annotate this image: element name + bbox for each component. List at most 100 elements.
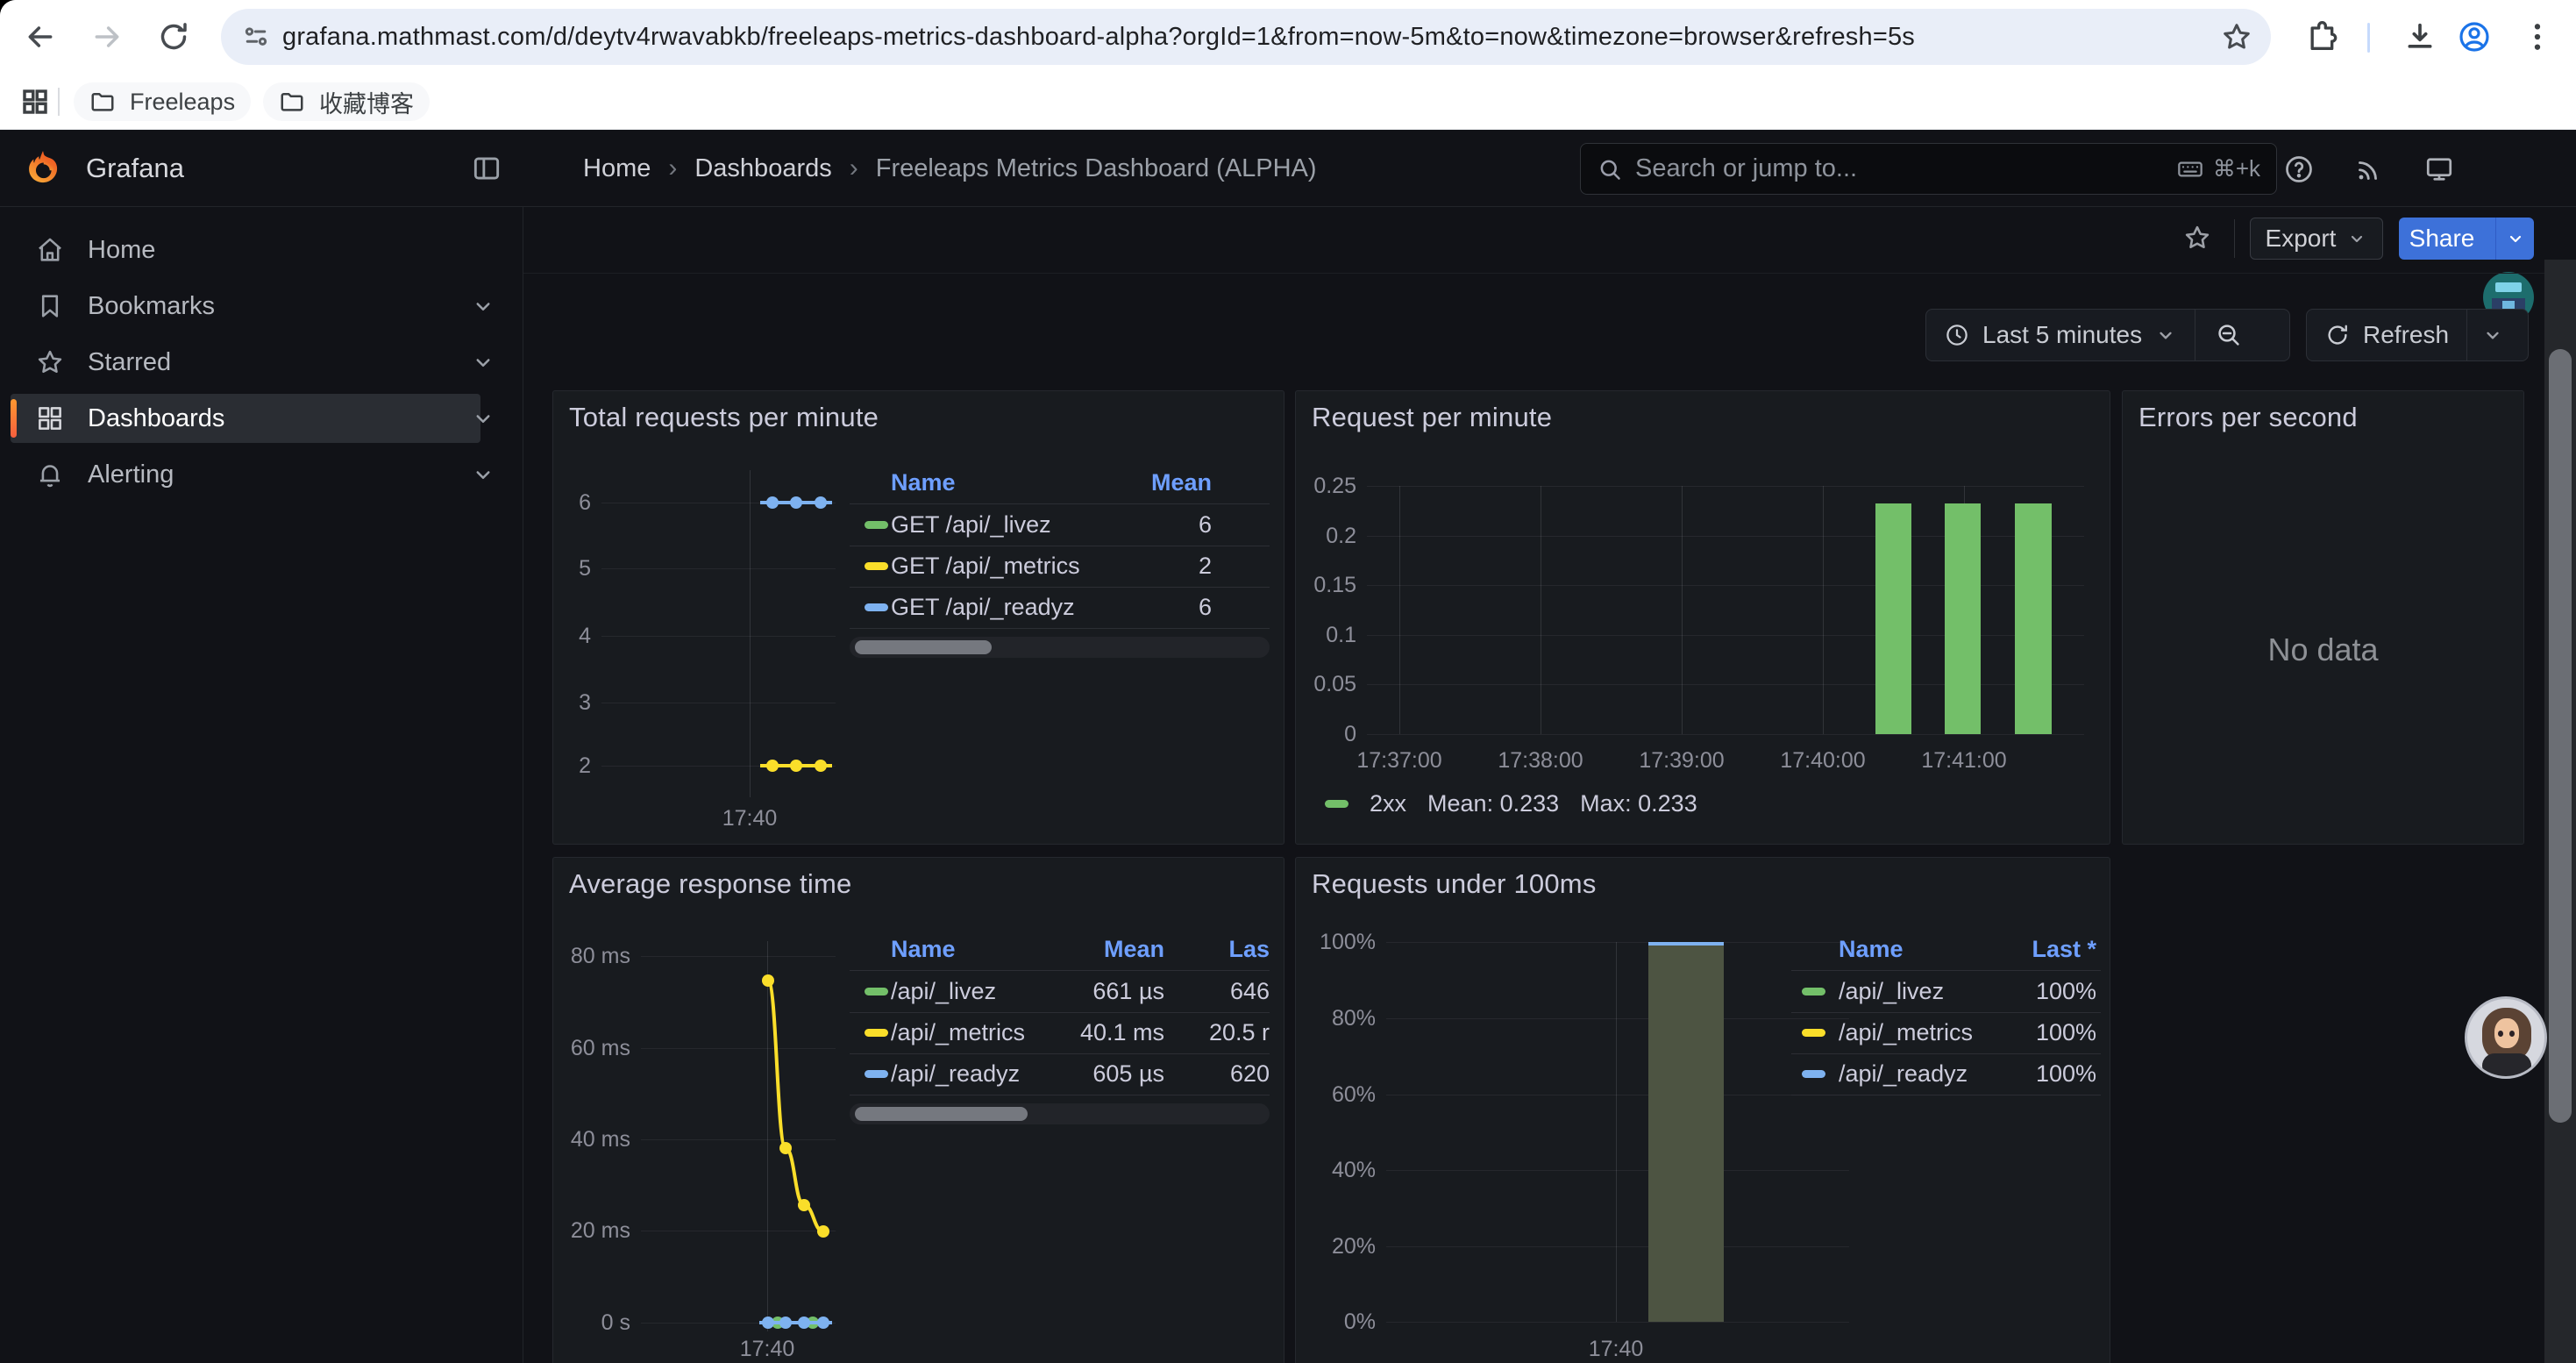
x-tick-label: 17:40 xyxy=(1519,1336,1712,1362)
search-input[interactable] xyxy=(1635,154,2176,183)
gridline-vertical xyxy=(1616,942,1617,1322)
home-icon xyxy=(35,235,65,265)
series-point xyxy=(779,1317,792,1329)
chart-bar xyxy=(2015,503,2052,734)
sidebar-item-alerting[interactable]: Alerting xyxy=(11,450,480,499)
legend-row[interactable]: /api/_readyz605 µs620 xyxy=(850,1053,1270,1095)
legend-column-header[interactable]: Last * xyxy=(1791,934,2096,964)
bookmark-item[interactable]: 收藏博客 xyxy=(263,82,430,121)
back-icon[interactable] xyxy=(23,19,58,54)
legend-cell: 20.5 r xyxy=(850,1017,1270,1047)
legend-stat: Max: 0.233 xyxy=(1580,790,1697,817)
refresh-button[interactable]: Refresh xyxy=(2307,310,2466,360)
panel-title[interactable]: Requests under 100ms xyxy=(1312,868,1597,900)
dock-sidebar-icon[interactable] xyxy=(470,152,503,185)
profile-icon[interactable] xyxy=(2457,19,2492,54)
apps-grid-icon[interactable] xyxy=(19,86,51,118)
sidebar-item-label: Starred xyxy=(88,348,171,377)
gridline-vertical xyxy=(1399,486,1400,734)
chevron-down-icon[interactable] xyxy=(470,461,496,488)
chevron-down-icon[interactable] xyxy=(470,349,496,375)
bookmark-label: Freeleaps xyxy=(130,89,235,116)
reload-icon[interactable] xyxy=(156,19,191,54)
help-icon[interactable] xyxy=(2283,153,2315,185)
chart-bar xyxy=(1648,942,1724,1322)
legend-row[interactable]: /api/_metrics100% xyxy=(1791,1012,2101,1053)
favorite-star-icon[interactable] xyxy=(2182,223,2212,253)
star-icon xyxy=(35,347,65,377)
sidebar-item-home[interactable]: Home xyxy=(11,225,480,275)
y-tick-label: 40% xyxy=(1295,1157,1376,1183)
kiosk-monitor-icon[interactable] xyxy=(2423,153,2455,185)
legend-scrollbar-thumb[interactable] xyxy=(855,1107,1028,1121)
legend-row[interactable]: /api/_livez100% xyxy=(1791,971,2101,1012)
legend-scrollbar-thumb[interactable] xyxy=(855,640,992,654)
assistant-avatar[interactable] xyxy=(2465,996,2547,1079)
breadcrumb-item[interactable]: Dashboards xyxy=(694,154,831,183)
panel-title[interactable]: Errors per second xyxy=(2138,402,2358,433)
gridline-horizontal xyxy=(1367,486,2084,487)
browser-window: grafana.mathmast.com/d/deytv4rwavabkb/fr… xyxy=(0,0,2576,1363)
panel-title[interactable]: Request per minute xyxy=(1312,402,1552,433)
bookmarks-divider xyxy=(58,88,60,116)
panel-1: Request per minute0.250.20.150.10.05017:… xyxy=(1295,390,2110,845)
search-box[interactable]: ⌘+k xyxy=(1580,143,2277,195)
legend-column-header[interactable]: Mean xyxy=(850,467,1212,497)
y-tick-label: 80% xyxy=(1295,1005,1376,1031)
series-point xyxy=(817,1225,829,1238)
gridline-horizontal xyxy=(1386,1322,1849,1323)
subheader-divider xyxy=(2234,219,2235,258)
time-range-picker[interactable]: Last 5 minutes xyxy=(1926,310,2195,360)
brand-label[interactable]: Grafana xyxy=(86,153,184,184)
bookmark-item[interactable]: Freeleaps xyxy=(74,82,251,121)
zoom-out-button[interactable] xyxy=(2195,310,2262,360)
page-scrollbar-thumb[interactable] xyxy=(2549,349,2572,1123)
site-info-icon[interactable] xyxy=(240,21,272,53)
downloads-icon[interactable] xyxy=(2402,19,2437,54)
extensions-icon[interactable] xyxy=(2304,19,2339,54)
bookmark-label: 收藏博客 xyxy=(319,85,414,119)
no-data-message: No data xyxy=(2123,632,2523,668)
export-button[interactable]: Export xyxy=(2250,218,2383,260)
grafana-header: Grafana Home›Dashboards›Freeleaps Metric… xyxy=(0,130,2576,207)
chart-bar xyxy=(1945,503,1981,734)
legend-cell: 100% xyxy=(1791,976,2096,1006)
gridline-horizontal xyxy=(1367,734,2084,735)
active-indicator xyxy=(11,399,17,438)
legend-row[interactable]: GET /api/_livez6 xyxy=(850,504,1270,546)
grafana-app: Grafana Home›Dashboards›Freeleaps Metric… xyxy=(0,130,2576,1363)
breadcrumb-item[interactable]: Home xyxy=(583,154,651,183)
series-point xyxy=(790,760,802,772)
chevron-down-icon[interactable] xyxy=(470,405,496,432)
legend-row[interactable]: /api/_metrics40.1 ms20.5 r xyxy=(850,1012,1270,1053)
url-text[interactable]: grafana.mathmast.com/d/deytv4rwavabkb/fr… xyxy=(282,23,1915,52)
chevron-down-icon xyxy=(2154,324,2177,346)
legend-column-header[interactable]: Las xyxy=(850,934,1270,964)
forward-icon[interactable] xyxy=(89,19,125,54)
chevron-down-icon[interactable] xyxy=(470,293,496,319)
legend-row[interactable]: GET /api/_metrics2 xyxy=(850,546,1270,587)
sidebar-item-bookmarks[interactable]: Bookmarks xyxy=(11,282,480,331)
bookmark-star-icon[interactable] xyxy=(2220,20,2253,54)
legend-inline[interactable]: 2xxMean: 0.233Max: 0.233 xyxy=(1325,790,1697,817)
legend-row[interactable]: GET /api/_readyz6 xyxy=(850,587,1270,628)
gridline-horizontal xyxy=(1386,942,1849,943)
sidebar-item-label: Alerting xyxy=(88,460,174,489)
legend-row[interactable]: /api/_readyz100% xyxy=(1791,1053,2101,1095)
sidebar-item-dashboards[interactable]: Dashboards xyxy=(11,394,480,443)
breadcrumb-separator: › xyxy=(668,153,677,183)
y-tick-label: 0.15 xyxy=(1295,572,1356,598)
chevron-down-icon xyxy=(2346,228,2367,249)
legend-row[interactable]: /api/_livez661 µs646 xyxy=(850,971,1270,1012)
share-button[interactable]: Share xyxy=(2399,218,2534,260)
refresh-interval-button[interactable] xyxy=(2467,310,2518,360)
brand: Grafana xyxy=(23,130,184,207)
grafana-logo-icon xyxy=(23,148,63,189)
folder-icon xyxy=(89,89,116,115)
legend-stat: 2xx xyxy=(1370,790,1406,817)
news-rss-icon[interactable] xyxy=(2353,153,2385,185)
menu-kebab-icon[interactable] xyxy=(2520,19,2555,54)
share-menu-button[interactable] xyxy=(2495,218,2534,260)
sidebar-item-starred[interactable]: Starred xyxy=(11,338,480,387)
url-bar[interactable]: grafana.mathmast.com/d/deytv4rwavabkb/fr… xyxy=(221,9,2271,65)
